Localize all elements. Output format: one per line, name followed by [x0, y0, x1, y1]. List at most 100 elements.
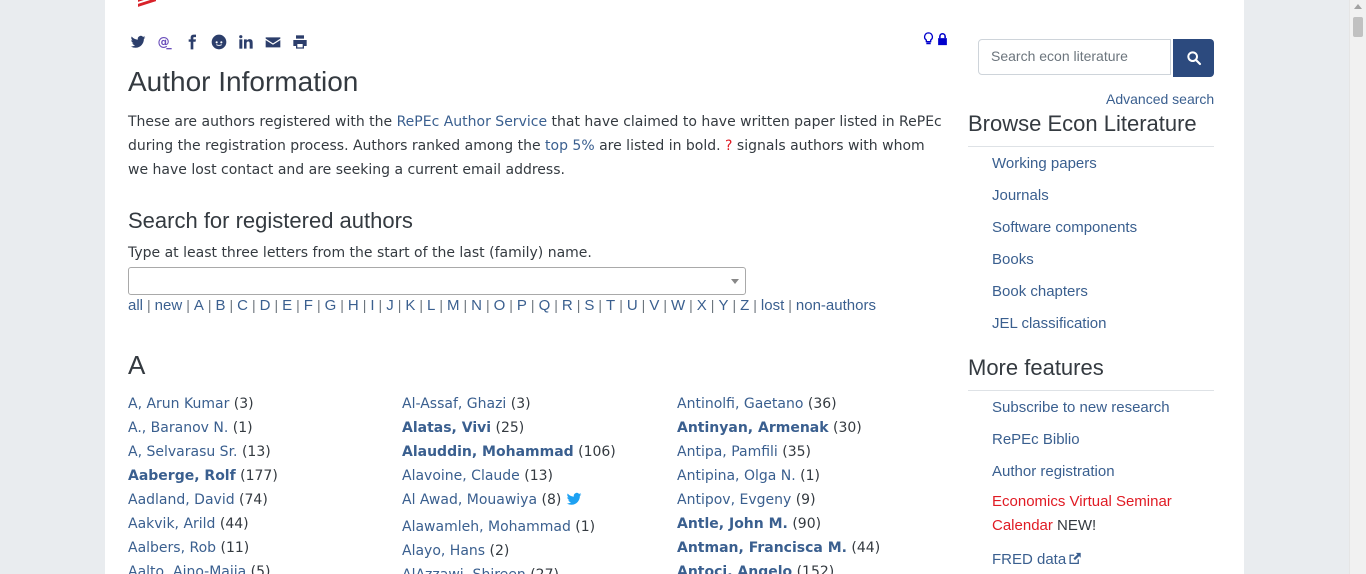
author-link[interactable]: Antipa, Pamfili [677, 444, 778, 460]
fred-data-link[interactable]: FRED data [992, 551, 1082, 568]
alpha-link-z[interactable]: Z [740, 297, 749, 314]
more-features-link-author-registration[interactable]: Author registration [992, 463, 1115, 480]
alpha-link-r[interactable]: R [562, 297, 573, 314]
author-link[interactable]: Alawamleh, Mohammad [402, 519, 571, 535]
author-link[interactable]: Alauddin, Mohammad [402, 444, 574, 460]
author-link[interactable]: A, Arun Kumar [128, 396, 229, 412]
alpha-link-e[interactable]: E [282, 297, 292, 314]
print-icon[interactable] [290, 33, 310, 51]
alpha-separator: | [598, 297, 603, 313]
alpha-link-m[interactable]: M [447, 297, 460, 314]
lock-icon[interactable] [937, 32, 948, 46]
author-link[interactable]: Al-Assaf, Ghazi [402, 396, 506, 412]
browse-link-working-papers[interactable]: Working papers [992, 155, 1097, 172]
alpha-link-c[interactable]: C [237, 297, 248, 314]
more-features-link-repec-biblio[interactable]: RePEc Biblio [992, 431, 1080, 448]
author-link[interactable]: Aakvik, Arild [128, 516, 215, 532]
email-icon[interactable] [263, 33, 283, 51]
author-link[interactable]: Antipina, Olga N. [677, 468, 796, 484]
alpha-link-u[interactable]: U [627, 297, 638, 314]
author-paper-count: (27) [526, 567, 559, 574]
more-features-divider [968, 390, 1214, 391]
browse-link-books[interactable]: Books [992, 251, 1034, 268]
alpha-separator: | [316, 297, 321, 313]
alpha-link-q[interactable]: Q [539, 297, 551, 314]
scroll-thumb[interactable] [1353, 17, 1363, 37]
alpha-link-b[interactable]: B [215, 297, 225, 314]
lightbulb-icon[interactable] [923, 32, 934, 46]
alpha-link-o[interactable]: O [494, 297, 506, 314]
alpha-separator: | [576, 297, 581, 313]
alpha-separator: | [378, 297, 383, 313]
author-link[interactable]: Antoci, Angelo [677, 564, 792, 574]
author-link[interactable]: Antle, John M. [677, 516, 788, 532]
reddit-icon[interactable] [209, 33, 229, 51]
author-link[interactable]: Al Awad, Mouawiya [402, 492, 537, 508]
twitter-icon[interactable] [128, 33, 148, 51]
alpha-link-non-authors[interactable]: non-authors [796, 297, 876, 314]
seminar-calendar-link[interactable]: Economics Virtual Seminar [992, 493, 1172, 510]
alpha-link-s[interactable]: S [584, 297, 594, 314]
author-search-select[interactable] [128, 267, 746, 295]
alpha-link-new[interactable]: new [155, 297, 183, 314]
repec-logo[interactable] [138, 0, 156, 10]
author-link[interactable]: A., Baranov N. [128, 420, 228, 436]
alpha-separator: | [663, 297, 667, 313]
author-link[interactable]: A, Selvarasu Sr. [128, 444, 238, 460]
author-link[interactable]: AlAzzawi, Shireen [402, 567, 526, 574]
alpha-link-t[interactable]: T [606, 297, 615, 314]
author-link[interactable]: Alayo, Hans [402, 543, 485, 559]
alpha-link-i[interactable]: I [370, 297, 374, 314]
econ-search-input[interactable]: Search econ literature [978, 39, 1171, 75]
alpha-link-g[interactable]: G [325, 297, 337, 314]
alpha-link-p[interactable]: P [517, 297, 527, 314]
top5-link[interactable]: top 5% [545, 138, 595, 154]
alpha-link-h[interactable]: H [348, 297, 359, 314]
scroll-up-icon[interactable] [1354, 4, 1362, 9]
alpha-link-a[interactable]: A [194, 297, 204, 314]
author-search-title: Search for registered authors [128, 208, 413, 233]
alpha-link-l[interactable]: L [427, 297, 435, 314]
alpha-link-v[interactable]: V [649, 297, 659, 314]
alpha-link-all[interactable]: all [128, 297, 143, 314]
author-link[interactable]: Antipov, Evgeny [677, 492, 791, 508]
alpha-link-f[interactable]: F [304, 297, 313, 314]
alpha-link-x[interactable]: X [697, 297, 707, 314]
alpha-link-w[interactable]: W [671, 297, 685, 314]
twitter-icon[interactable] [565, 491, 583, 515]
search-button[interactable] [1173, 39, 1214, 77]
author-link[interactable]: Alatas, Vivi [402, 420, 491, 436]
author-service-link[interactable]: RePEc Author Service [397, 114, 547, 130]
author-paper-count: (13) [519, 468, 553, 484]
mastodon-icon[interactable]: @ [155, 33, 175, 51]
browse-link-journals[interactable]: Journals [992, 187, 1049, 204]
browse-link-software-components[interactable]: Software components [992, 219, 1137, 236]
more-features-link-subscribe-to-new-research[interactable]: Subscribe to new research [992, 399, 1170, 416]
author-link[interactable]: Alavoine, Claude [402, 468, 520, 484]
author-paper-count: (106) [573, 444, 616, 460]
author-link[interactable]: Antinolfi, Gaetano [677, 396, 803, 412]
alpha-link-lost[interactable]: lost [761, 297, 784, 314]
share-bar: @ [128, 32, 317, 52]
facebook-icon[interactable] [182, 33, 202, 51]
author-link[interactable]: Aadland, David [128, 492, 235, 508]
browse-link-book-chapters[interactable]: Book chapters [992, 283, 1088, 300]
author-link[interactable]: Aalto, Aino-Maija [128, 564, 246, 574]
alpha-link-y[interactable]: Y [718, 297, 728, 314]
author-row: Alavoine, Claude (13) [402, 464, 672, 488]
author-link[interactable]: Antman, Francisca M. [677, 540, 847, 556]
alpha-link-d[interactable]: D [260, 297, 271, 314]
author-link[interactable]: Aaberge, Rolf [128, 468, 236, 484]
seminar-calendar-link-2[interactable]: Calendar [992, 517, 1053, 534]
page-scrollbar[interactable] [1349, 0, 1366, 574]
alpha-link-n[interactable]: N [471, 297, 482, 314]
new-badge: NEW! [1052, 517, 1097, 534]
author-link[interactable]: Aalbers, Rob [128, 540, 216, 556]
alpha-link-k[interactable]: K [405, 297, 415, 314]
linkedin-icon[interactable] [236, 33, 256, 51]
advanced-search-link[interactable]: Advanced search [1106, 91, 1214, 107]
alpha-link-j[interactable]: J [386, 297, 394, 314]
author-row: Antman, Francisca M. (44) [677, 536, 947, 560]
author-link[interactable]: Antinyan, Armenak [677, 420, 829, 436]
browse-link-jel-classification[interactable]: JEL classification [992, 315, 1107, 332]
